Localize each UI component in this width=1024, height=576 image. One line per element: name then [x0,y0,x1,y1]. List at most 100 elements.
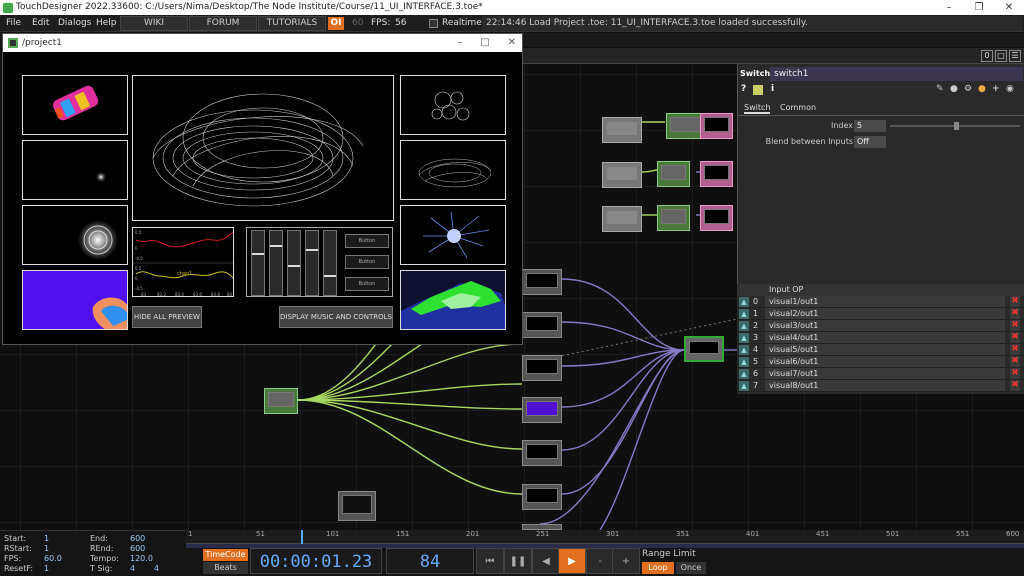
python-icon[interactable]: ⚙ [964,84,972,94]
blend-toggle[interactable]: Off [854,136,886,148]
tempo-value[interactable]: 120.0 [130,554,153,563]
node-chart-preview[interactable] [338,491,376,521]
comment-icon[interactable]: ● [950,84,958,94]
node-visual4[interactable] [522,397,562,423]
preview-visual3[interactable] [22,205,128,265]
end-value[interactable]: 600 [130,534,145,543]
preview-visual4[interactable] [22,270,128,330]
playhead[interactable] [301,530,303,544]
beats-toggle[interactable]: Beats [203,562,248,574]
menu-dialogs[interactable]: Dialogs [58,15,91,32]
op-name-field[interactable]: switch1 [770,67,1023,81]
wiki-op-icon[interactable] [753,85,763,95]
node-math-2[interactable] [657,161,690,187]
pane-maximize-icon[interactable]: □ [995,50,1007,62]
minimize-icon[interactable]: – [934,0,964,15]
node-visual3[interactable] [522,355,562,381]
delete-icon[interactable]: ✖ [1010,380,1020,391]
node-visual5[interactable] [522,440,562,466]
delete-icon[interactable]: ✖ [1010,332,1020,343]
node-out-2[interactable] [700,161,733,187]
node-out-1[interactable] [700,113,733,139]
delete-icon[interactable]: ✖ [1010,356,1020,367]
delete-icon[interactable]: ✖ [1010,308,1020,319]
move-up-icon[interactable]: ▲ [739,321,749,331]
move-up-icon[interactable]: ▲ [739,297,749,307]
plus-icon[interactable]: + [612,548,640,574]
node-out-3[interactable] [700,205,733,231]
control-button-2[interactable]: Button [345,255,389,269]
rend-value[interactable]: 600 [130,544,145,553]
node-visual1[interactable] [522,269,562,295]
node-math-3[interactable] [657,205,690,231]
play-icon[interactable]: ▶ [558,548,586,574]
menu-help[interactable]: Help [96,15,117,32]
pause-icon[interactable]: ❚❚ [504,548,532,574]
preview-visual5[interactable] [400,75,506,135]
realtime-checkbox[interactable] [429,19,438,28]
tsig-a[interactable]: 4 [130,564,135,573]
delete-icon[interactable]: ✖ [1010,344,1020,355]
timecode-toggle[interactable]: TimeCode [203,549,248,561]
preview-visual2[interactable] [22,140,128,200]
plus-icon[interactable]: + [992,84,1000,94]
node-source-2[interactable] [602,162,642,188]
preview-visual6[interactable] [400,140,506,200]
fader-1[interactable] [251,230,265,296]
tutorials-button[interactable]: TUTORIALS [258,16,326,31]
time-display[interactable]: 00:00:01.23 [250,548,382,574]
preview-visual1[interactable] [22,75,128,135]
wiki-button[interactable]: WIKI [120,16,188,31]
move-up-icon[interactable]: ▲ [739,345,749,355]
rewind-icon[interactable]: ⏮ [476,548,504,574]
move-up-icon[interactable]: ▲ [739,309,749,319]
index-field[interactable]: 5 [854,120,886,132]
delete-icon[interactable]: ✖ [1010,296,1020,307]
help-icon[interactable]: ? [741,84,746,94]
node-source-1[interactable] [602,117,642,143]
rstart-value[interactable]: 1 [44,544,49,553]
ol-toggle[interactable]: OI [328,17,344,30]
hide-all-preview-button[interactable]: HIDE ALL PREVIEW [132,306,202,328]
node-visual6[interactable] [522,484,562,510]
fader-3[interactable] [287,230,301,296]
loop-toggle[interactable]: Loop [642,562,674,574]
preview-main-torus[interactable] [132,75,394,221]
frame-display[interactable]: 84 [386,548,474,574]
minus-icon[interactable]: - [586,548,614,574]
preview-chart[interactable]: 0.5 0 -0.5 0.5 0 -0.5 chan1 83 83.2 83.4… [132,227,234,297]
node-visual2[interactable] [522,312,562,338]
lock-icon[interactable]: ● [978,84,986,94]
once-toggle[interactable]: Once [676,562,706,574]
delete-icon[interactable]: ✖ [1010,320,1020,331]
move-up-icon[interactable]: ▲ [739,369,749,379]
menu-edit[interactable]: Edit [32,15,49,32]
timeline-ruler[interactable]: 1 51 101 151 201 251 301 351 401 451 501… [186,530,1024,544]
fader-4[interactable] [305,230,319,296]
resetf-value[interactable]: 1 [44,564,49,573]
control-button-1[interactable]: Button [345,234,389,248]
preview-visual7[interactable] [400,205,506,265]
project-close-icon[interactable]: ✕ [508,34,516,52]
move-up-icon[interactable]: ▲ [739,333,749,343]
start-value[interactable]: 1 [44,534,49,543]
node-controller[interactable] [264,388,298,414]
forum-button[interactable]: FORUM [189,16,257,31]
delete-icon[interactable]: ✖ [1010,368,1020,379]
fps-value[interactable]: 60.0 [44,554,62,563]
fader-2[interactable] [269,230,283,296]
move-up-icon[interactable]: ▲ [739,381,749,391]
close-icon[interactable]: ✕ [994,0,1024,15]
control-button-3[interactable]: Button [345,277,389,291]
menu-file[interactable]: File [6,15,21,32]
tsig-b[interactable]: 4 [154,564,159,573]
edit-icon[interactable]: ✎ [936,84,944,94]
target-icon[interactable]: ◉ [1006,84,1014,94]
pane-count[interactable]: 0 [981,50,993,62]
preview-visual8[interactable] [400,270,506,330]
step-back-icon[interactable]: ◀ [532,548,560,574]
maximize-icon[interactable]: ❐ [964,0,994,15]
project-minimize-icon[interactable]: – [457,34,462,52]
node-source-3[interactable] [602,206,642,232]
tab-common[interactable]: Common [780,103,816,112]
